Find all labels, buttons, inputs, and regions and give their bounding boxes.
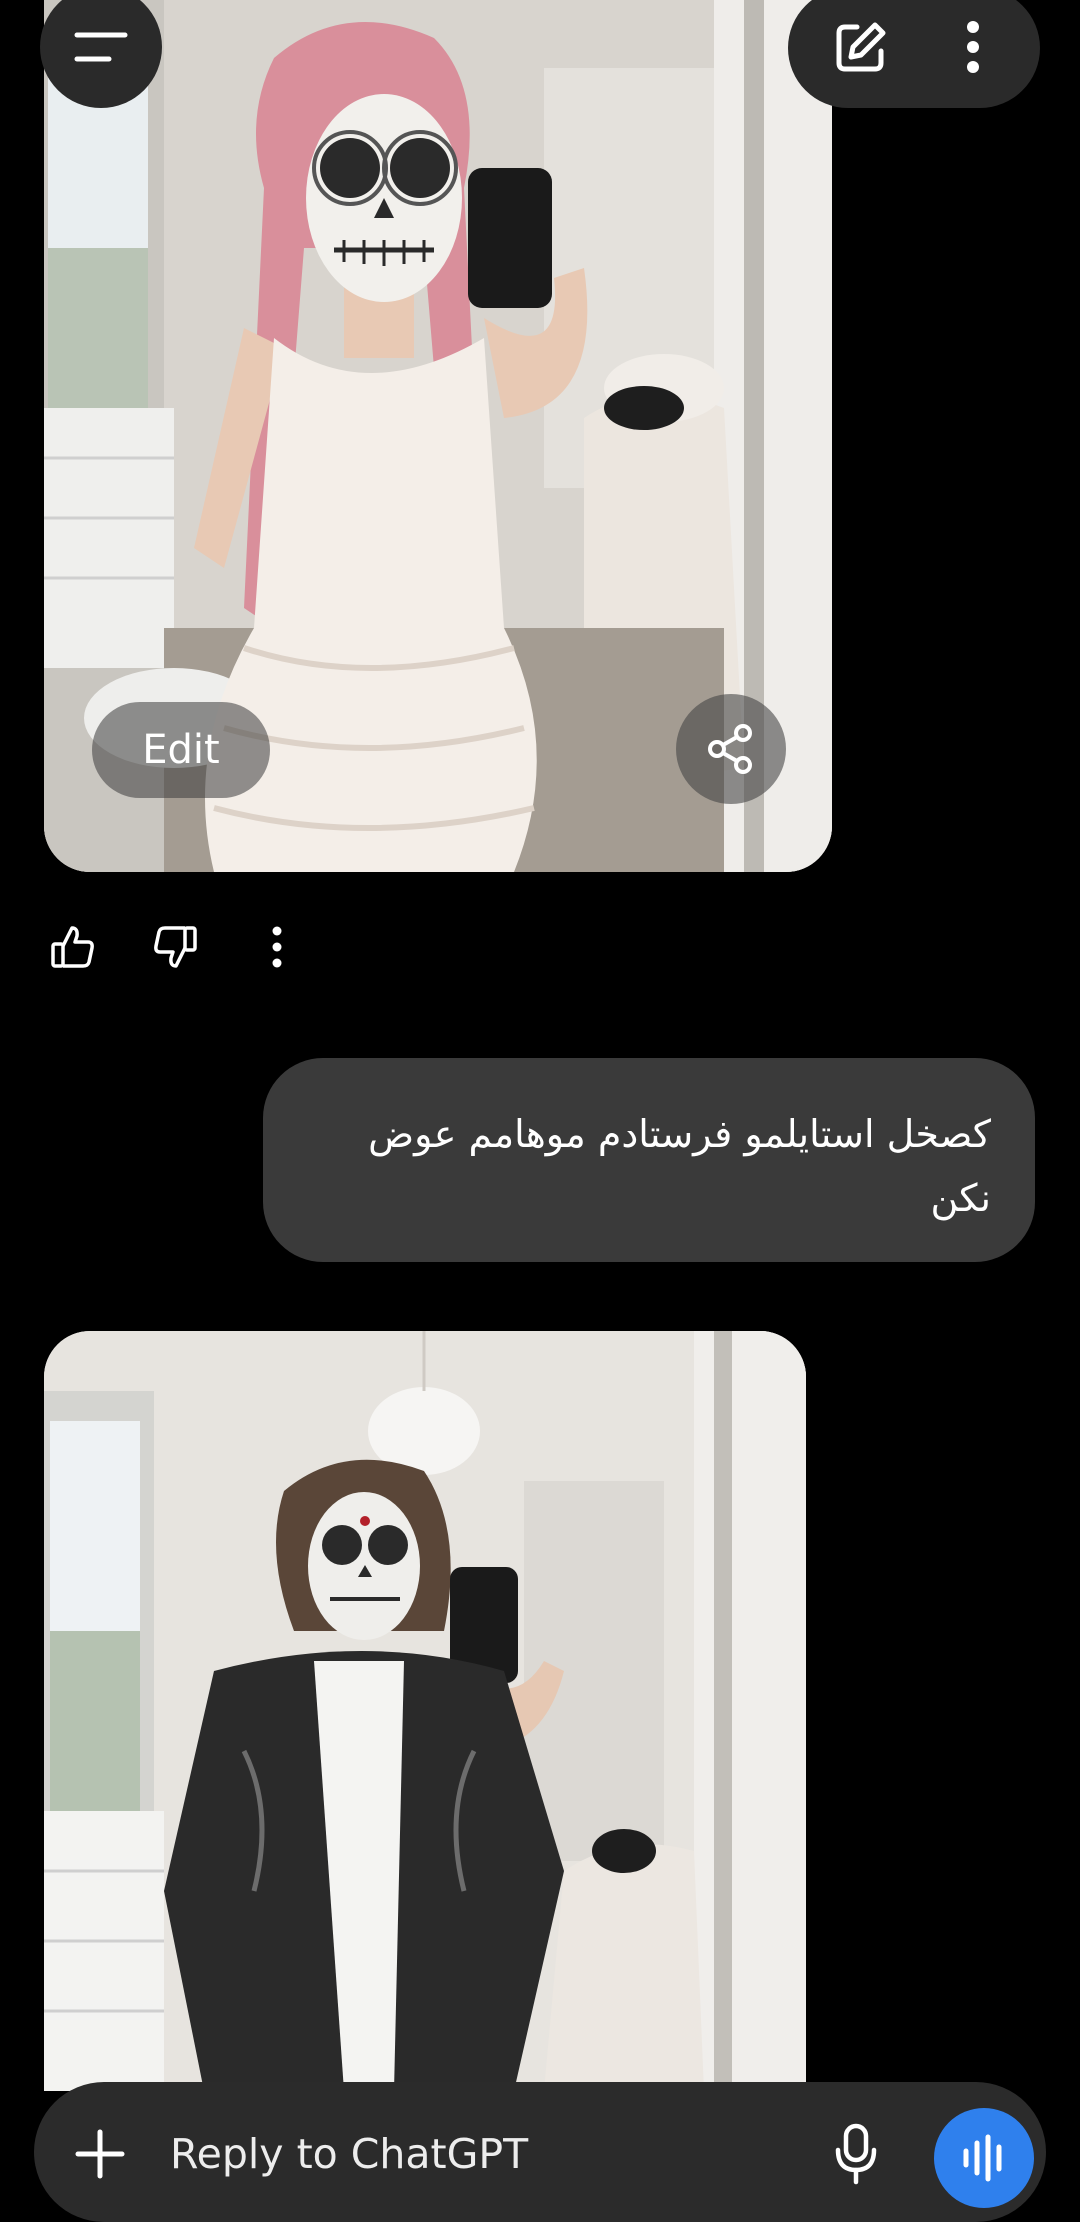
mirror-selfie-skull-makeup-hoodie (44, 1331, 806, 2091)
mic-icon (835, 2123, 877, 2185)
thumbs-down-button[interactable] (146, 914, 204, 980)
more-vertical-icon (272, 926, 282, 968)
voice-wave-icon (963, 2134, 1002, 2182)
thumbs-up-icon (51, 926, 94, 968)
more-options-button[interactable] (938, 12, 1008, 82)
new-chat-button[interactable] (826, 12, 896, 82)
share-icon (708, 724, 752, 774)
thumbs-up-button[interactable] (44, 914, 102, 980)
share-image-button[interactable] (676, 694, 786, 804)
generated-image-bottom[interactable] (44, 1331, 806, 2091)
top-actions-pill (788, 0, 1040, 108)
thumbs-down-icon (154, 926, 197, 968)
reply-input[interactable]: Reply to ChatGPT (170, 2122, 528, 2186)
edit-icon (836, 22, 886, 72)
message-feedback-row (44, 914, 306, 980)
voice-mode-button[interactable] (934, 2108, 1034, 2208)
dictation-button[interactable] (824, 2118, 888, 2190)
add-attachment-button[interactable] (68, 2122, 132, 2186)
edit-image-button[interactable]: Edit (92, 702, 270, 798)
generated-image-top[interactable]: Edit (44, 0, 832, 872)
message-more-button[interactable] (248, 914, 306, 980)
more-vertical-icon (967, 21, 979, 73)
message-composer: Reply to ChatGPT (34, 2082, 1046, 2222)
plus-icon (75, 2129, 125, 2179)
hamburger-icon (74, 32, 128, 62)
user-message-bubble: کصخل استایلمو فرستادم موهامم عوض نکن (263, 1058, 1035, 1262)
